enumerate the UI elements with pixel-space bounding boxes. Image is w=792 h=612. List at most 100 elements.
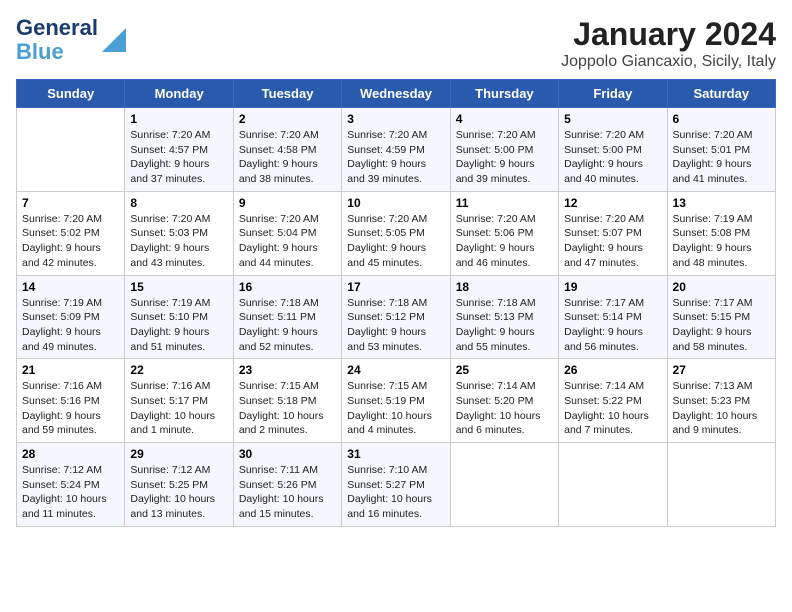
day-number: 8: [130, 196, 227, 210]
calendar-cell: 4Sunrise: 7:20 AMSunset: 5:00 PMDaylight…: [450, 108, 558, 192]
cell-info: Sunrise: 7:20 AMSunset: 5:00 PMDaylight:…: [564, 129, 644, 185]
col-header-wednesday: Wednesday: [342, 80, 450, 108]
page-title: January 2024: [561, 16, 776, 53]
col-header-tuesday: Tuesday: [233, 80, 341, 108]
day-number: 23: [239, 363, 336, 377]
cell-info: Sunrise: 7:17 AMSunset: 5:15 PMDaylight:…: [673, 297, 753, 353]
cell-info: Sunrise: 7:20 AMSunset: 5:03 PMDaylight:…: [130, 213, 210, 269]
calendar-cell: [17, 108, 125, 192]
col-header-sunday: Sunday: [17, 80, 125, 108]
cell-info: Sunrise: 7:12 AMSunset: 5:25 PMDaylight:…: [130, 464, 215, 520]
calendar-cell: 3 Sunrise: 7:20 AMSunset: 4:59 PMDaylight…: [342, 108, 450, 192]
day-number: 27: [673, 363, 770, 377]
title-block: January 2024 Joppolo Giancaxio, Sicily, …: [561, 16, 776, 71]
calendar-cell: 21 Sunrise: 7:16 AMSunset: 5:16 PMDayligh…: [17, 359, 125, 443]
cell-info: Sunrise: 7:14 AMSunset: 5:22 PMDaylight:…: [564, 380, 649, 436]
day-number: 22: [130, 363, 227, 377]
day-number: 13: [673, 196, 770, 210]
day-number: 16: [239, 280, 336, 294]
day-number: 25: [456, 363, 553, 377]
cell-info: Sunrise: 7:19 AMSunset: 5:09 PMDaylight:…: [22, 297, 102, 353]
col-header-thursday: Thursday: [450, 80, 558, 108]
cell-info: Sunrise: 7:20 AMSunset: 5:05 PMDaylight:…: [347, 213, 427, 269]
cell-info: Sunrise: 7:14 AMSunset: 5:20 PMDaylight:…: [456, 380, 541, 436]
calendar-cell: 30 Sunrise: 7:11 AMSunset: 5:26 PMDayligh…: [233, 443, 341, 527]
col-header-saturday: Saturday: [667, 80, 775, 108]
cell-info: Sunrise: 7:20 AMSunset: 5:04 PMDaylight:…: [239, 213, 319, 269]
calendar-cell: 13 Sunrise: 7:19 AMSunset: 5:08 PMDayligh…: [667, 191, 775, 275]
cell-info: Sunrise: 7:18 AMSunset: 5:11 PMDaylight:…: [239, 297, 319, 353]
calendar-cell: 17 Sunrise: 7:18 AMSunset: 5:12 PMDayligh…: [342, 275, 450, 359]
day-number: 14: [22, 280, 119, 294]
cell-info: Sunrise: 7:20 AMSunset: 4:59 PMDaylight:…: [347, 129, 427, 185]
day-number: 11: [456, 196, 553, 210]
calendar-cell: 27 Sunrise: 7:13 AMSunset: 5:23 PMDayligh…: [667, 359, 775, 443]
cell-info: Sunrise: 7:16 AMSunset: 5:17 PMDaylight:…: [130, 380, 215, 436]
calendar-cell: 19 Sunrise: 7:17 AMSunset: 5:14 PMDayligh…: [559, 275, 667, 359]
day-number: 12: [564, 196, 661, 210]
calendar-cell: 1Sunrise: 7:20 AMSunset: 4:57 PMDaylight…: [125, 108, 233, 192]
calendar-cell: 8 Sunrise: 7:20 AMSunset: 5:03 PMDaylight…: [125, 191, 233, 275]
day-number: 31: [347, 447, 444, 461]
col-header-friday: Friday: [559, 80, 667, 108]
day-number: 30: [239, 447, 336, 461]
cell-info: Sunrise: 7:13 AMSunset: 5:23 PMDaylight:…: [673, 380, 758, 436]
calendar-cell: 2Sunrise: 7:20 AMSunset: 4:58 PMDaylight…: [233, 108, 341, 192]
day-number: 26: [564, 363, 661, 377]
cell-info: Sunrise: 7:18 AMSunset: 5:13 PMDaylight:…: [456, 297, 536, 353]
day-number: 24: [347, 363, 444, 377]
day-number: 21: [22, 363, 119, 377]
cell-info: Sunrise: 7:20 AMSunset: 5:07 PMDaylight:…: [564, 213, 644, 269]
day-number: 2: [239, 112, 336, 126]
calendar-table: SundayMondayTuesdayWednesdayThursdayFrid…: [16, 79, 776, 527]
calendar-cell: 25 Sunrise: 7:14 AMSunset: 5:20 PMDayligh…: [450, 359, 558, 443]
day-number: 29: [130, 447, 227, 461]
logo: GeneralBlue: [16, 16, 126, 64]
cell-info: Sunrise: 7:10 AMSunset: 5:27 PMDaylight:…: [347, 464, 432, 520]
cell-info: Sunrise: 7:15 AMSunset: 5:19 PMDaylight:…: [347, 380, 432, 436]
calendar-cell: 16 Sunrise: 7:18 AMSunset: 5:11 PMDayligh…: [233, 275, 341, 359]
logo-text: GeneralBlue: [16, 16, 98, 64]
calendar-cell: 26 Sunrise: 7:14 AMSunset: 5:22 PMDayligh…: [559, 359, 667, 443]
day-number: 3: [347, 112, 444, 126]
cell-info: Sunrise: 7:18 AMSunset: 5:12 PMDaylight:…: [347, 297, 427, 353]
calendar-cell: [667, 443, 775, 527]
cell-info: Sunrise: 7:19 AMSunset: 5:08 PMDaylight:…: [673, 213, 753, 269]
calendar-cell: 5 Sunrise: 7:20 AMSunset: 5:00 PMDaylight…: [559, 108, 667, 192]
day-number: 20: [673, 280, 770, 294]
cell-info: Sunrise: 7:17 AMSunset: 5:14 PMDaylight:…: [564, 297, 644, 353]
cell-info: Sunrise: 7:20 AMSunset: 5:06 PMDaylight:…: [456, 213, 536, 269]
day-number: 19: [564, 280, 661, 294]
day-number: 17: [347, 280, 444, 294]
calendar-cell: 24 Sunrise: 7:15 AMSunset: 5:19 PMDayligh…: [342, 359, 450, 443]
cell-info: Sunrise: 7:15 AMSunset: 5:18 PMDaylight:…: [239, 380, 324, 436]
day-number: 7: [22, 196, 119, 210]
day-number: 6: [673, 112, 770, 126]
cell-info: Sunrise: 7:11 AMSunset: 5:26 PMDaylight:…: [239, 464, 324, 520]
calendar-cell: 31 Sunrise: 7:10 AMSunset: 5:27 PMDayligh…: [342, 443, 450, 527]
cell-info: Sunrise: 7:16 AMSunset: 5:16 PMDaylight:…: [22, 380, 102, 436]
calendar-cell: 18Sunrise: 7:18 AMSunset: 5:13 PMDayligh…: [450, 275, 558, 359]
day-number: 9: [239, 196, 336, 210]
day-number: 28: [22, 447, 119, 461]
page-subtitle: Joppolo Giancaxio, Sicily, Italy: [561, 53, 776, 71]
calendar-cell: 29 Sunrise: 7:12 AMSunset: 5:25 PMDayligh…: [125, 443, 233, 527]
calendar-cell: 6 Sunrise: 7:20 AMSunset: 5:01 PMDaylight…: [667, 108, 775, 192]
day-number: 4: [456, 112, 553, 126]
calendar-cell: 10 Sunrise: 7:20 AMSunset: 5:05 PMDayligh…: [342, 191, 450, 275]
page-header: GeneralBlue January 2024 Joppolo Giancax…: [16, 16, 776, 71]
cell-info: Sunrise: 7:20 AMSunset: 4:57 PMDaylight:…: [130, 129, 210, 185]
cell-info: Sunrise: 7:20 AMSunset: 5:01 PMDaylight:…: [673, 129, 753, 185]
calendar-cell: [559, 443, 667, 527]
day-number: 10: [347, 196, 444, 210]
day-number: 15: [130, 280, 227, 294]
day-number: 5: [564, 112, 661, 126]
calendar-cell: 9 Sunrise: 7:20 AMSunset: 5:04 PMDaylight…: [233, 191, 341, 275]
logo-arrow-icon: [102, 28, 126, 52]
calendar-cell: 20 Sunrise: 7:17 AMSunset: 5:15 PMDayligh…: [667, 275, 775, 359]
calendar-cell: 12 Sunrise: 7:20 AMSunset: 5:07 PMDayligh…: [559, 191, 667, 275]
col-header-monday: Monday: [125, 80, 233, 108]
cell-info: Sunrise: 7:12 AMSunset: 5:24 PMDaylight:…: [22, 464, 107, 520]
cell-info: Sunrise: 7:20 AMSunset: 5:02 PMDaylight:…: [22, 213, 102, 269]
calendar-cell: 23 Sunrise: 7:15 AMSunset: 5:18 PMDayligh…: [233, 359, 341, 443]
